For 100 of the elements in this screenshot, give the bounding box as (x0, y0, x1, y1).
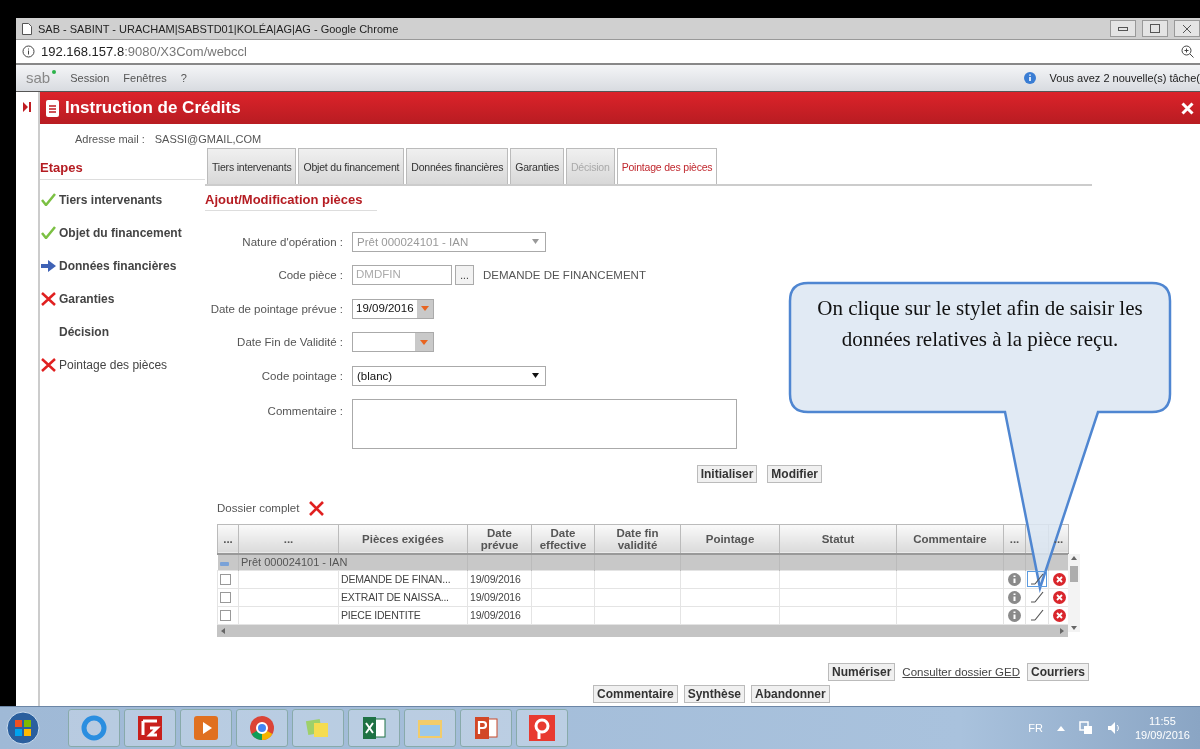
delete-icon[interactable] (1052, 608, 1066, 622)
expand-panel-icon[interactable] (22, 102, 32, 112)
info-icon[interactable] (1008, 572, 1021, 586)
taskbar-app[interactable] (124, 709, 176, 747)
step-item[interactable]: Pointage des pièces (59, 357, 168, 372)
pen-icon (1030, 591, 1044, 603)
tab[interactable]: Objet du financement (298, 148, 405, 184)
table-cell: 19/09/2016 (467, 606, 532, 624)
pin-icon (529, 715, 555, 741)
sab-logo: sab (26, 69, 57, 87)
table-cell: 19/09/2016 (467, 570, 532, 588)
date-field[interactable]: 19/09/2016 (352, 298, 434, 319)
tab[interactable]: Données financières (406, 148, 509, 184)
column-header: Statut (779, 524, 897, 554)
table-cell: PIECE IDENTITE (338, 606, 468, 624)
menu-item[interactable]: ? (180, 72, 187, 84)
step-item[interactable]: Garanties (59, 291, 115, 306)
info-icon (22, 45, 35, 58)
column-header: Commentaire (896, 524, 1004, 554)
delete-icon[interactable] (1052, 590, 1066, 604)
action-button[interactable]: Numériser (828, 662, 896, 681)
menu-item[interactable]: Fenêtres (123, 72, 167, 84)
speaker-icon[interactable] (1106, 721, 1121, 735)
zoom-icon[interactable] (1181, 45, 1194, 58)
action-button[interactable]: Courriers (1026, 662, 1089, 681)
show-hidden-icon[interactable] (1056, 725, 1065, 731)
footer-button[interactable]: Commentaire (593, 684, 678, 703)
taskbar-app[interactable] (236, 709, 288, 747)
vertical-scrollbar[interactable] (1068, 553, 1080, 632)
taskbar-app[interactable] (460, 709, 512, 747)
step-item[interactable]: Décision (59, 324, 109, 339)
notes-icon (305, 716, 331, 740)
minimize-button[interactable] (1110, 20, 1136, 37)
code-description: DEMANDE DE FINANCEMENT (483, 269, 646, 282)
page-title: Instruction de Crédits (65, 98, 242, 118)
action-button[interactable]: Initialiser (696, 464, 758, 483)
notification-text[interactable]: Vous avez 2 nouvelle(s) tâche( (1049, 72, 1200, 84)
window-title: SAB - SABINT - URACHAM|SABSTD01|KOLÉA|AG|AG - Google Chrome (38, 22, 400, 35)
column-header: Date fin validité (594, 524, 681, 554)
info-icon[interactable] (1008, 608, 1021, 622)
tab[interactable]: Garanties (510, 148, 564, 184)
steps-title: Etapes (40, 154, 205, 180)
column-header: Date effective (531, 524, 595, 554)
ring-icon (81, 715, 107, 741)
column-header: Pointage (680, 524, 780, 554)
tab[interactable]: Tiers intervenants (207, 148, 297, 184)
checkbox[interactable] (220, 610, 231, 622)
comment-field[interactable] (352, 398, 737, 449)
section-title: Ajout/Modification pièces (205, 186, 377, 211)
taskbar-app[interactable] (180, 709, 232, 747)
edit-button[interactable] (1027, 571, 1047, 587)
column-header: Pièces exigées (338, 524, 468, 554)
field-label: Date de pointage prévue : (209, 302, 343, 315)
table-cell: DEMANDE DE FINAN... (338, 570, 468, 588)
pen-icon (1030, 609, 1044, 621)
close-button[interactable] (1174, 20, 1200, 37)
taskbar-app[interactable] (348, 709, 400, 747)
close-icon[interactable] (1181, 101, 1194, 115)
footer-button[interactable]: Abandonner (751, 684, 830, 703)
play-icon (194, 716, 218, 740)
footer-button[interactable]: Synthèse (683, 684, 746, 703)
table-cell: 19/09/2016 (467, 588, 532, 606)
info-icon[interactable] (1008, 590, 1021, 604)
address-field[interactable]: 192.168.157.8:9080/X3Com/webccl (41, 44, 1175, 59)
field-label: Commentaire : (266, 404, 343, 419)
caret-icon (532, 373, 539, 379)
date-field[interactable] (352, 332, 434, 353)
delete-icon[interactable] (1052, 572, 1066, 586)
field-label: Code pointage : (260, 369, 343, 382)
pen-icon (1030, 573, 1044, 585)
document-icon (46, 99, 59, 117)
network-icon[interactable] (1078, 721, 1093, 735)
action-button[interactable]: Modifier (767, 464, 822, 483)
column-header: ... (238, 524, 339, 554)
spreadsheet-icon (361, 716, 387, 740)
taskbar-app[interactable] (516, 709, 568, 747)
square-icon (138, 716, 162, 740)
column-header: ... (1009, 532, 1020, 545)
column-header: ... (217, 524, 239, 554)
caret-icon (532, 239, 539, 245)
callout-text: On clique sur le stylet afin de saisir les données relatives à la pièce reçu. (816, 295, 1144, 353)
step-item[interactable]: Tiers intervenants (59, 192, 163, 207)
column-header: Date prévue (467, 524, 532, 554)
email-value: SASSI@GMAIL,COM (154, 133, 262, 145)
tab[interactable]: Pointage des pièces (616, 148, 718, 184)
select-field[interactable]: (blanc) (352, 365, 546, 386)
info-icon (1023, 72, 1036, 84)
step-item[interactable]: Données financières (59, 258, 177, 273)
table-cell: EXTRAIT DE NAISSA... (338, 588, 468, 606)
checkbox[interactable] (220, 574, 231, 586)
ged-link[interactable]: Consulter dossier GED (902, 665, 1020, 678)
presentation-icon (473, 716, 499, 740)
field-label: Code pièce : (277, 269, 343, 282)
checkbox[interactable] (220, 592, 231, 604)
field-label: Date Fin de Validité : (236, 336, 343, 349)
maximize-button[interactable] (1142, 20, 1168, 37)
caret-icon (420, 306, 429, 312)
start-button[interactable] (6, 711, 40, 745)
menu-item[interactable]: Session (70, 72, 110, 84)
step-item[interactable]: Objet du financement (59, 225, 182, 240)
